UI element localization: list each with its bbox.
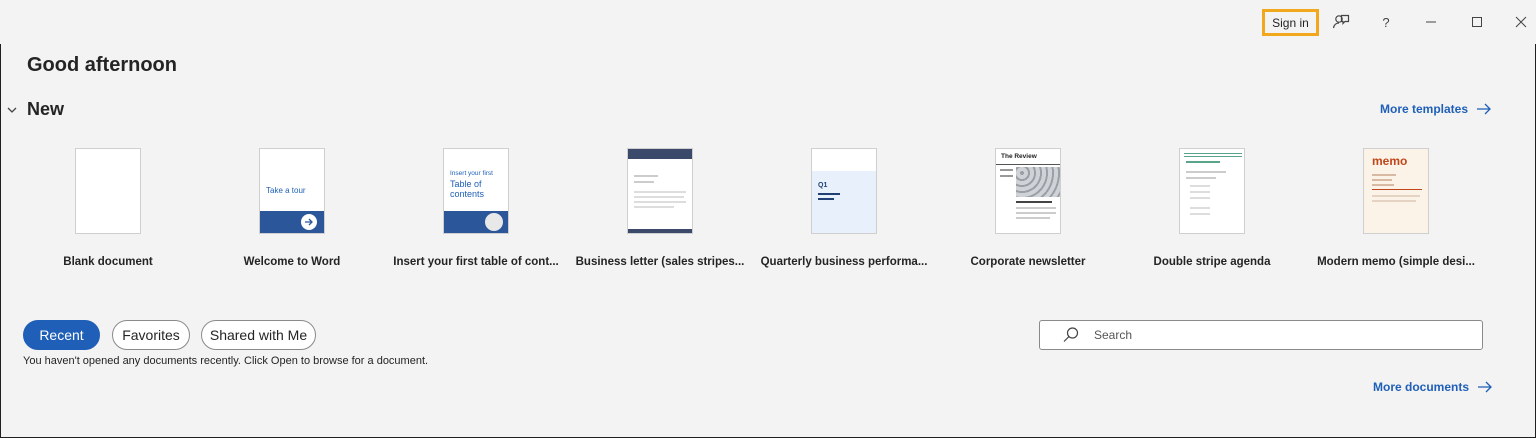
help-icon[interactable]: ? bbox=[1371, 9, 1401, 35]
template-label: Quarterly business performa... bbox=[760, 256, 928, 268]
template-label: Modern memo (simple desi... bbox=[1317, 256, 1475, 268]
template-welcome-to-word[interactable]: Take a tour Welcome to Word bbox=[207, 148, 377, 268]
title-bar: Sign in ? bbox=[0, 0, 1536, 44]
template-label: Welcome to Word bbox=[243, 256, 341, 268]
arrow-right-icon bbox=[1477, 103, 1491, 115]
new-section-header[interactable]: New bbox=[6, 99, 64, 120]
minimize-icon[interactable] bbox=[1416, 9, 1446, 35]
template-quarterly-business[interactable]: Q1 Quarterly business performa... bbox=[759, 148, 929, 268]
tab-favorites[interactable]: Favorites bbox=[112, 320, 190, 350]
chevron-down-icon[interactable] bbox=[6, 104, 18, 116]
template-label: Business letter (sales stripes... bbox=[575, 256, 745, 268]
memo-thumbnail: memo bbox=[1363, 148, 1429, 234]
blank-doc-thumbnail bbox=[75, 148, 141, 234]
template-blank-document[interactable]: Blank document bbox=[23, 148, 193, 268]
search-icon bbox=[1063, 327, 1079, 342]
template-label: Insert your first table of cont... bbox=[393, 256, 559, 268]
maximize-icon[interactable] bbox=[1462, 9, 1492, 35]
more-templates-link[interactable]: More templates bbox=[1380, 102, 1492, 116]
welcome-thumbnail: Take a tour bbox=[259, 148, 325, 234]
tab-shared-with-me[interactable]: Shared with Me bbox=[201, 320, 316, 350]
more-documents-link[interactable]: More documents bbox=[1373, 380, 1493, 394]
greeting-heading: Good afternoon bbox=[27, 54, 177, 76]
newsletter-thumbnail: The Review bbox=[995, 148, 1061, 234]
empty-recent-message: You haven't opened any documents recentl… bbox=[23, 355, 429, 367]
agenda-thumbnail bbox=[1179, 148, 1245, 234]
search-input[interactable] bbox=[1092, 327, 1476, 343]
close-icon[interactable] bbox=[1506, 9, 1536, 35]
arrow-right-icon bbox=[1478, 381, 1492, 393]
template-label: Double stripe agenda bbox=[1153, 256, 1271, 268]
template-table-of-contents[interactable]: Insert your first Table of contents Inse… bbox=[391, 148, 561, 268]
template-double-stripe-agenda[interactable]: Double stripe agenda bbox=[1127, 148, 1297, 268]
business-letter-thumbnail bbox=[627, 148, 693, 234]
new-section-title: New bbox=[27, 99, 65, 119]
toc-thumbnail: Insert your first Table of contents bbox=[443, 148, 509, 234]
template-label: Blank document bbox=[63, 256, 153, 268]
quarterly-report-thumbnail: Q1 bbox=[811, 148, 877, 234]
sign-in-button[interactable]: Sign in bbox=[1262, 9, 1319, 36]
search-box[interactable] bbox=[1039, 320, 1483, 350]
template-business-letter[interactable]: Business letter (sales stripes... bbox=[575, 148, 745, 268]
tab-recent[interactable]: Recent bbox=[23, 320, 100, 350]
template-label: Corporate newsletter bbox=[970, 256, 1086, 268]
template-modern-memo[interactable]: memo Modern memo (simple desi... bbox=[1311, 148, 1481, 268]
template-corporate-newsletter[interactable]: The Review Corporate newsletter bbox=[943, 148, 1113, 268]
feedback-icon[interactable] bbox=[1326, 9, 1356, 35]
